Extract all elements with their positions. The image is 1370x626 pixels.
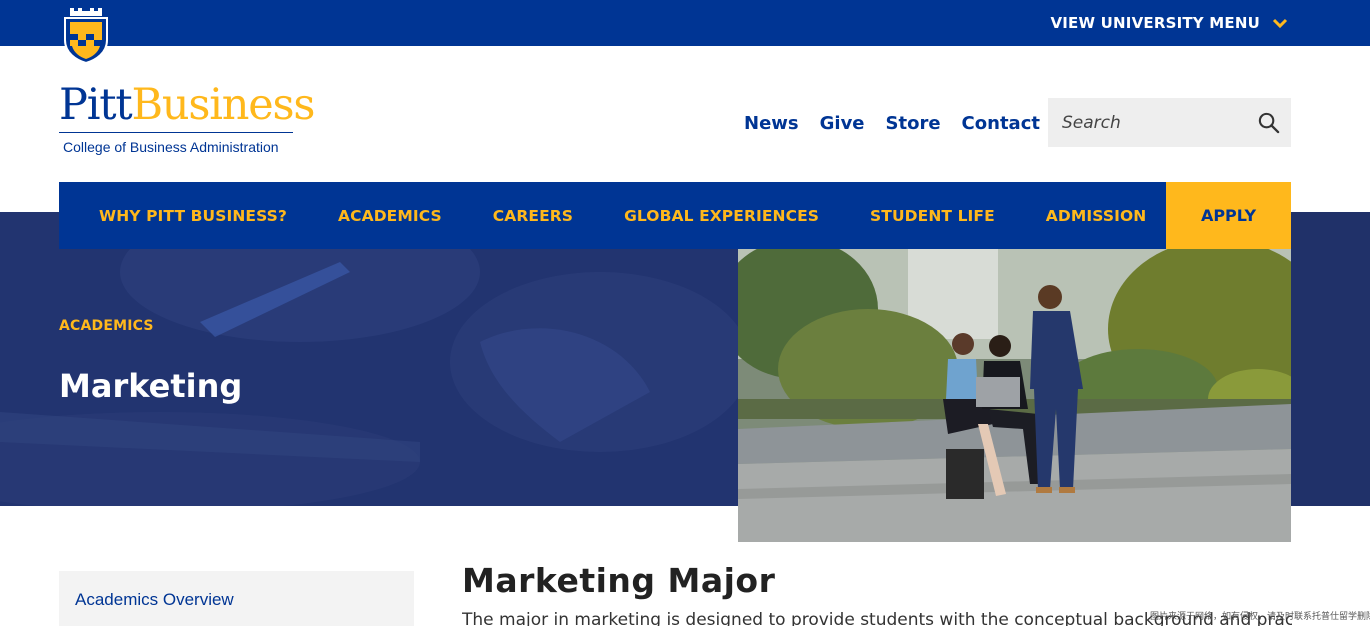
page-title: Marketing: [59, 367, 243, 405]
main-nav: WHY PITT BUSINESS? ACADEMICS CAREERS GLO…: [59, 182, 1166, 249]
logo-subtitle: College of Business Administration: [63, 139, 279, 155]
sidebar-item-academics-overview[interactable]: Academics Overview: [75, 590, 234, 610]
students-photo: [738, 249, 1291, 542]
logo-word-pitt: Pitt: [59, 80, 133, 130]
hero-eyebrow[interactable]: ACADEMICS: [59, 318, 154, 334]
pitt-shield-logo[interactable]: [62, 6, 110, 64]
search-box: [1048, 98, 1291, 147]
logo-word-business: Business: [131, 80, 315, 130]
chevron-down-icon: [1272, 18, 1288, 29]
view-university-menu-button[interactable]: VIEW UNIVERSITY MENU: [1050, 14, 1288, 32]
apply-button[interactable]: APPLY: [1166, 182, 1291, 249]
content-heading: Marketing Major: [462, 561, 776, 600]
logo-divider: [59, 132, 293, 133]
store-link[interactable]: Store: [886, 113, 941, 134]
nav-why-pitt-business[interactable]: WHY PITT BUSINESS?: [99, 207, 287, 225]
sidebar-nav: Academics Overview: [59, 571, 414, 626]
image-source-watermark: 图片来源于网络，如有侵权，请及时联系托普仕留学删除: [1150, 612, 1370, 622]
contact-link[interactable]: Contact: [962, 113, 1040, 134]
nav-academics[interactable]: ACADEMICS: [338, 207, 442, 225]
search-input[interactable]: [1048, 112, 1248, 133]
pitt-business-logo[interactable]: PittBusiness College of Business Adminis…: [59, 80, 315, 155]
nav-student-life[interactable]: STUDENT LIFE: [870, 207, 995, 225]
top-bar: VIEW UNIVERSITY MENU: [0, 0, 1370, 46]
university-menu-label: VIEW UNIVERSITY MENU: [1050, 14, 1260, 32]
utility-nav: News Give Store Contact: [744, 113, 1040, 134]
give-link[interactable]: Give: [820, 113, 865, 134]
nav-careers[interactable]: CAREERS: [493, 207, 573, 225]
nav-admission[interactable]: ADMISSION: [1046, 207, 1147, 225]
nav-global-experiences[interactable]: GLOBAL EXPERIENCES: [624, 207, 819, 225]
logo-wordmark: PittBusiness: [59, 80, 315, 130]
hero-background-image: [0, 212, 760, 506]
news-link[interactable]: News: [744, 113, 799, 134]
search-icon[interactable]: [1257, 111, 1280, 134]
